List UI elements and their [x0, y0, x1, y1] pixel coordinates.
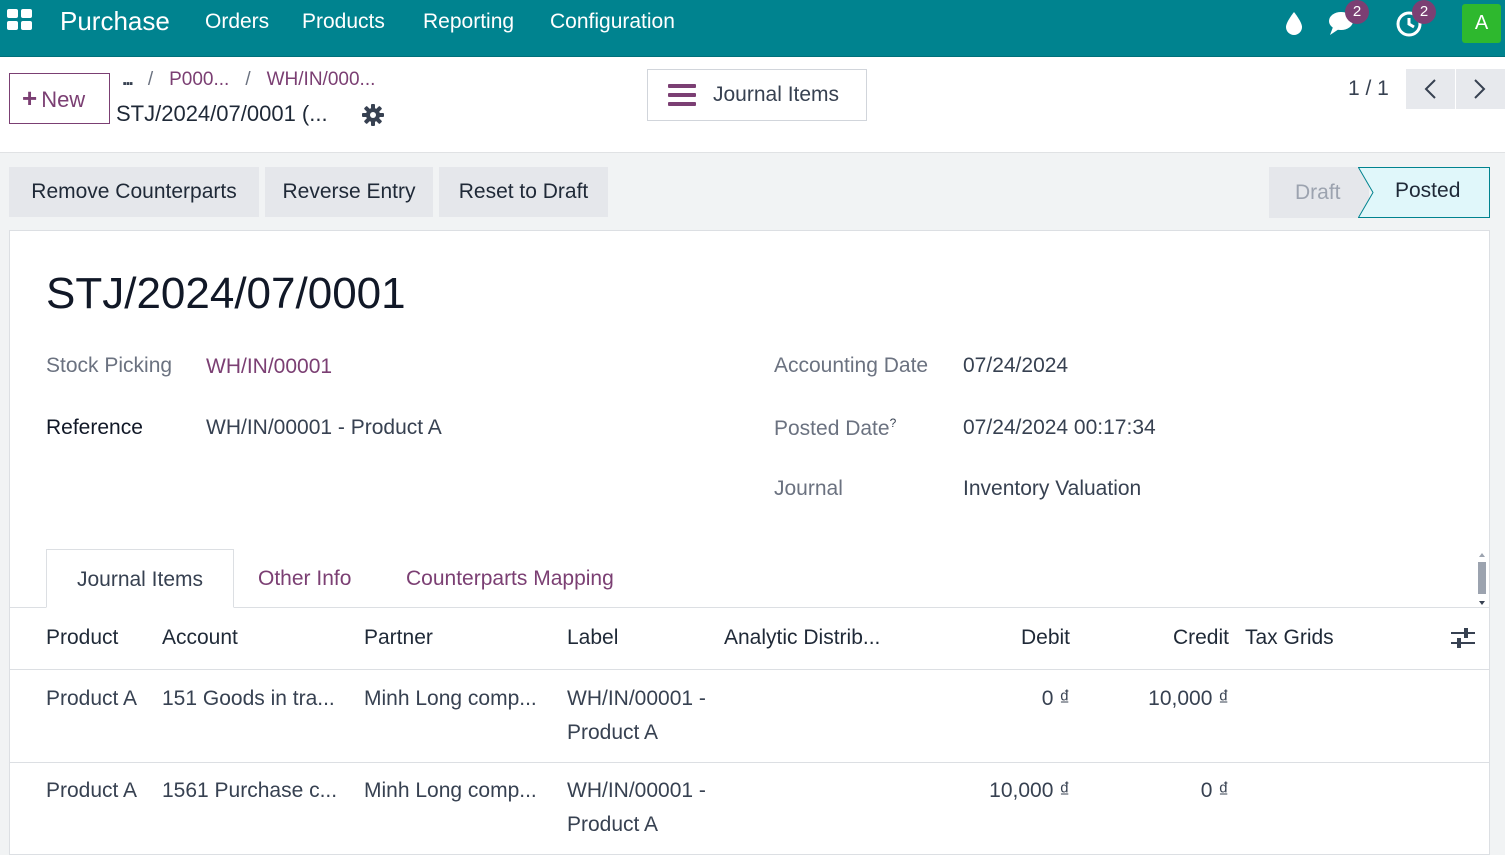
- control-panel: + New ... / P000... / WH/IN/000... STJ/2024/0…: [0, 57, 1505, 153]
- table-header: Product Account Partner Label Analytic D…: [10, 609, 1489, 670]
- cell-label: WH/IN/00001 - Product A: [567, 687, 706, 744]
- optional-columns-icon[interactable]: [1451, 628, 1475, 653]
- tab-journal-items[interactable]: Journal Items: [46, 549, 234, 608]
- journal-value: Inventory Valuation: [963, 477, 1142, 500]
- reset-to-draft-button[interactable]: Reset to Draft: [439, 167, 608, 217]
- reference-value: WH/IN/00001 - Product A: [206, 416, 442, 439]
- breadcrumb-purchase-order[interactable]: P000...: [169, 69, 229, 90]
- breadcrumb-more[interactable]: ...: [122, 69, 134, 90]
- column-account[interactable]: Account: [162, 626, 238, 650]
- accounting-date-label: Accounting Date: [774, 354, 929, 377]
- form-sheet: STJ/2024/07/0001 Stock Picking WH/IN/000…: [9, 230, 1490, 855]
- tab-counterparts-mapping[interactable]: Counterparts Mapping: [406, 549, 614, 608]
- user-avatar[interactable]: A: [1462, 4, 1501, 43]
- stock-picking-link[interactable]: WH/IN/00001: [206, 355, 332, 379]
- column-partner[interactable]: Partner: [364, 626, 433, 650]
- messages-icon[interactable]: 2: [1327, 0, 1369, 39]
- chevron-right-icon: [1474, 79, 1486, 99]
- cell-product: Product A: [46, 687, 138, 710]
- app-name[interactable]: Purchase: [60, 6, 170, 37]
- accounting-date-value: 07/24/2024: [963, 354, 1069, 377]
- table-row[interactable]: Product A 151 Goods in tra... Minh Long …: [10, 671, 1489, 763]
- top-navbar: Purchase Orders Products Reporting Confi…: [0, 0, 1505, 57]
- help-tooltip-icon[interactable]: ?: [890, 416, 897, 430]
- reference-label: Reference: [46, 416, 143, 439]
- new-label: New: [41, 87, 86, 112]
- apps-menu-icon[interactable]: [7, 9, 33, 35]
- pager-value[interactable]: 1 / 1: [1348, 77, 1389, 101]
- journal-label: Journal: [774, 477, 843, 500]
- menu-products[interactable]: Products: [302, 10, 385, 34]
- cell-debit: 10,000 ₫: [989, 779, 1070, 802]
- record-title: STJ/2024/07/0001 (...: [116, 101, 328, 126]
- gear-icon[interactable]: [362, 104, 384, 126]
- menu-orders[interactable]: Orders: [205, 10, 269, 34]
- plus-icon: +: [22, 83, 38, 113]
- menu-reporting[interactable]: Reporting: [423, 10, 514, 34]
- column-debit[interactable]: Debit: [1021, 626, 1070, 650]
- journal-items-label: Journal Items: [713, 83, 840, 106]
- remove-counterparts-button[interactable]: Remove Counterparts: [9, 167, 259, 217]
- status-draft[interactable]: Draft: [1269, 167, 1369, 218]
- cell-credit: 0 ₫: [1200, 779, 1229, 802]
- activities-badge: 2: [1412, 0, 1436, 24]
- breadcrumb-receipt[interactable]: WH/IN/000...: [267, 69, 376, 90]
- column-analytic-distribution[interactable]: Analytic Distrib...: [724, 626, 880, 650]
- pager-previous-button[interactable]: [1406, 69, 1455, 109]
- activities-icon[interactable]: 2: [1394, 0, 1436, 39]
- drop-icon[interactable]: [1282, 9, 1312, 39]
- status-posted-label: Posted: [1395, 179, 1461, 202]
- column-credit[interactable]: Credit: [1173, 626, 1229, 650]
- status-posted[interactable]: Posted: [1358, 167, 1490, 218]
- new-button[interactable]: + New: [9, 73, 110, 124]
- cell-debit: 0 ₫: [1041, 687, 1070, 710]
- column-tax-grids[interactable]: Tax Grids: [1245, 626, 1334, 650]
- cell-credit: 10,000 ₫: [1148, 687, 1229, 710]
- reverse-entry-button[interactable]: Reverse Entry: [265, 167, 433, 217]
- chevron-left-icon: [1424, 79, 1436, 99]
- scrollbar[interactable]: [1476, 551, 1488, 607]
- entry-name: STJ/2024/07/0001: [46, 269, 406, 318]
- cell-partner: Minh Long comp...: [364, 687, 537, 710]
- cell-account: 1561 Purchase c...: [162, 779, 338, 802]
- column-label[interactable]: Label: [567, 626, 618, 650]
- table-row[interactable]: Product A 1561 Purchase c... Minh Long c…: [10, 763, 1489, 855]
- cell-label: WH/IN/00001 - Product A: [567, 779, 706, 836]
- journal-items-button[interactable]: Journal Items: [647, 69, 867, 121]
- list-icon: [668, 84, 696, 106]
- posted-date-value: 07/24/2024 00:17:34: [963, 416, 1156, 439]
- posted-date-label: Posted Date?: [774, 416, 897, 440]
- cell-account: 151 Goods in tra...: [162, 687, 335, 710]
- menu-configuration[interactable]: Configuration: [550, 10, 675, 34]
- tab-other-info[interactable]: Other Info: [258, 549, 351, 608]
- stock-picking-label: Stock Picking: [46, 354, 173, 377]
- breadcrumb: ... / P000... / WH/IN/000...: [122, 69, 376, 90]
- cell-product: Product A: [46, 779, 138, 802]
- pager-next-button[interactable]: [1456, 69, 1505, 109]
- messages-badge: 2: [1345, 0, 1369, 24]
- column-product[interactable]: Product: [46, 626, 118, 650]
- cell-partner: Minh Long comp...: [364, 779, 537, 802]
